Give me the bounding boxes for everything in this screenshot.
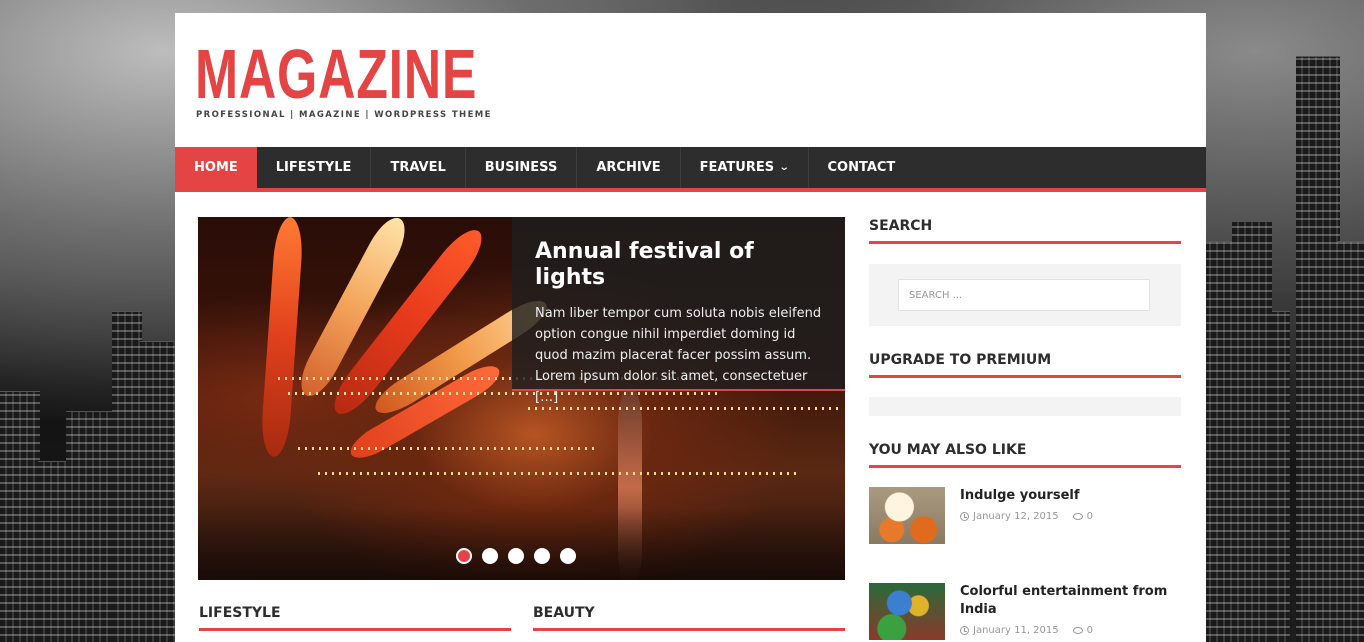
nav-label: HOME [194,160,238,175]
nav-label: BUSINESS [484,160,558,175]
nav-label: TRAVEL [390,160,446,175]
section-title-lifestyle[interactable]: LIFESTYLE [199,605,511,631]
comment-count[interactable]: 0 [1087,511,1093,522]
chevron-down-icon: ⌄ [778,162,790,173]
slider-dot-5[interactable] [560,548,576,564]
list-item: Colorful entertainment from India Januar… [869,583,1181,642]
clock-icon [960,512,969,521]
nav-label: FEATURES [699,160,775,175]
nav-label: LIFESTYLE [275,160,352,175]
nav-item-travel[interactable]: TRAVEL [371,147,466,188]
slide-caption: Annual festival of lights Nam liber temp… [512,217,845,405]
comment-icon [1072,513,1083,520]
post-title[interactable]: Indulge yourself [960,487,1175,505]
premium-widget [869,397,1181,416]
widget-title-also-like: YOU MAY ALSO LIKE [869,442,1181,468]
nav-label: ARCHIVE [596,160,661,175]
search-widget [869,264,1181,326]
widget-title-search: SEARCH [869,218,1181,244]
post-thumbnail[interactable] [869,487,945,544]
post-title[interactable]: Colorful entertainment from India [960,583,1175,619]
slide-excerpt: Nam liber tempor cum soluta nobis eleife… [535,306,822,405]
slider-dot-4[interactable] [534,548,550,564]
post-meta: January 11, 2015 0 [960,625,1093,636]
comment-icon [1072,627,1083,634]
slide-title[interactable]: Annual festival of lights [535,239,823,291]
slider-pagination [456,548,576,564]
featured-slider[interactable]: Annual festival of lights Nam liber temp… [198,217,845,580]
post-meta: January 12, 2015 0 [960,511,1093,522]
post-thumbnail[interactable] [869,583,945,640]
site-logo[interactable]: MAGAZINE [195,39,477,109]
widget-title-premium: UPGRADE TO PREMIUM [869,352,1181,378]
nav-label: CONTACT [827,160,896,175]
post-date: January 12, 2015 [973,511,1059,522]
search-input[interactable] [898,279,1150,311]
background-cityscape-right [1204,42,1364,642]
slider-dot-3[interactable] [508,548,524,564]
slider-dot-2[interactable] [482,548,498,564]
site-container: MAGAZINE PROFESSIONAL | MAGAZINE | WORDP… [175,13,1206,642]
main-navigation: HOME LIFESTYLE TRAVEL BUSINESS ARCHIVE F… [175,147,1206,192]
nav-item-business[interactable]: BUSINESS [466,147,578,188]
clock-icon [960,626,969,635]
nav-item-archive[interactable]: ARCHIVE [577,147,681,188]
section-title-beauty[interactable]: BEAUTY [533,605,845,631]
masthead: MAGAZINE PROFESSIONAL | MAGAZINE | WORDP… [175,13,1206,147]
background-cityscape-left [0,222,175,642]
nav-item-home[interactable]: HOME [175,147,257,188]
site-tagline: PROFESSIONAL | MAGAZINE | WORDPRESS THEM… [196,110,492,120]
nav-item-lifestyle[interactable]: LIFESTYLE [257,147,372,188]
post-date: January 11, 2015 [973,625,1059,636]
list-item: Indulge yourself January 12, 2015 0 [869,487,1181,547]
nav-item-features[interactable]: FEATURES ⌄ [681,147,809,188]
comment-count[interactable]: 0 [1087,625,1093,636]
nav-item-contact[interactable]: CONTACT [809,147,915,188]
slider-dot-1[interactable] [456,548,472,564]
